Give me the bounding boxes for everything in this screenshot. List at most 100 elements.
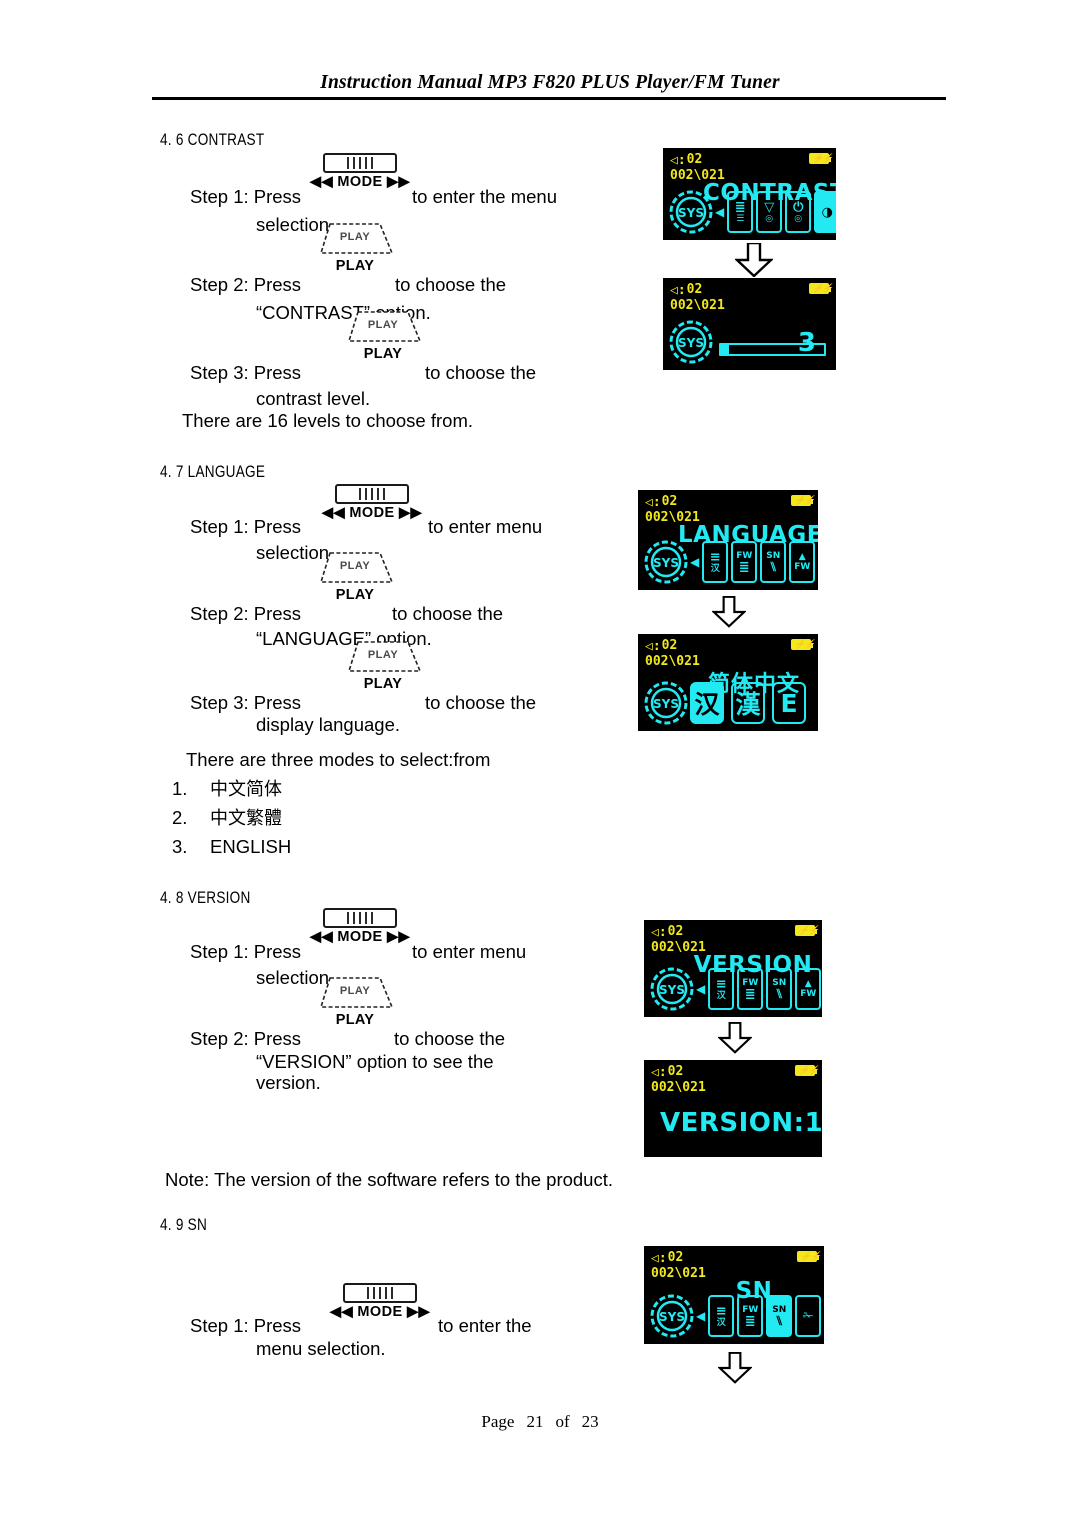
sys-icon: SYS bbox=[650, 967, 694, 1011]
step-1-tail-language: to enter menu bbox=[428, 516, 543, 537]
lcd-screen-language-menu: ◁:02 002\021 ⚡⚡ LANGUAGE SYS ◀ ≡ 汉 FW ≣ SN… bbox=[638, 490, 818, 590]
play-button-label: PLAY bbox=[363, 676, 403, 692]
version-note: Note: The version of the software refers… bbox=[165, 1169, 614, 1190]
lang-tile-traditional: 漢 bbox=[731, 682, 765, 724]
play-button-trapezoid: PLAY bbox=[316, 551, 394, 587]
step-1-label-contrast: Step 1: Press bbox=[190, 186, 302, 207]
sys-icon: SYS bbox=[644, 540, 688, 584]
battery-icon: ⚡⚡ bbox=[797, 1251, 821, 1262]
lcd-screen-language-select: ◁:02 002\021 ⚡⚡ 简体中文 SYS 汉 漢 E bbox=[638, 634, 818, 731]
header-divider bbox=[152, 97, 946, 100]
flow-arrow-down-icon bbox=[718, 1352, 752, 1384]
option-number: 1. bbox=[172, 778, 188, 799]
speaker-icon: ◁: bbox=[651, 1251, 667, 1266]
contrast-levels-note: There are 16 levels to choose from. bbox=[182, 410, 474, 431]
footer-total-pages: 23 bbox=[581, 1412, 599, 1431]
step-3-tail-language: to choose the bbox=[425, 692, 537, 713]
menu-icon: ≣ ☰ bbox=[727, 191, 754, 233]
flow-arrow-down-icon bbox=[735, 243, 773, 277]
battery-icon: ⚡⚡ bbox=[791, 495, 815, 506]
step-2-cont2-version: version. bbox=[256, 1072, 321, 1093]
battery-icon: ⚡⚡ bbox=[809, 283, 833, 294]
page-header: Instruction Manual MP3 F820 PLUS Player/… bbox=[150, 72, 950, 94]
lcd-status-text: ◁:02 002\021 bbox=[670, 282, 725, 313]
play-button-trapezoid: PLAY bbox=[344, 310, 422, 346]
menu-icon-language: ≡ 汉 bbox=[702, 541, 729, 583]
play-button-graphic-5: PLAY PLAY bbox=[305, 976, 405, 1028]
section-heading-version: 4. 8 VERSION bbox=[160, 888, 251, 907]
footer-of-word: of bbox=[555, 1412, 570, 1431]
battery-icon: ⚡⚡ bbox=[809, 153, 833, 164]
menu-icons: ≡汉 FW≣ SN⑊ ▲FW ✁ bbox=[708, 968, 822, 1010]
speaker-icon: ◁: bbox=[645, 495, 661, 510]
lcd-status-text: ◁:02 002\021 bbox=[670, 152, 725, 183]
sys-icon: SYS bbox=[650, 1294, 694, 1338]
menu-icon: ⏻ ◎ bbox=[785, 191, 812, 233]
step-2-label-contrast: Step 2: Press bbox=[190, 274, 302, 295]
footer-page-number: 21 bbox=[526, 1412, 544, 1431]
mode-button-cap bbox=[343, 1283, 417, 1303]
language-tiles: 汉 漢 E bbox=[690, 680, 812, 726]
play-button-face-label: PLAY bbox=[339, 231, 371, 243]
language-modes-note: There are three modes to select:from bbox=[186, 749, 491, 770]
play-button-label: PLAY bbox=[335, 1012, 375, 1028]
left-arrow-icon: ◀ bbox=[690, 555, 700, 569]
speaker-icon: ◁: bbox=[670, 283, 686, 298]
menu-icon-firmware: FW ≣ bbox=[737, 968, 764, 1010]
left-arrow-icon: ◀ bbox=[696, 982, 706, 996]
version-value: VERSION:1.00 bbox=[660, 1108, 822, 1138]
play-button-graphic-4: PLAY PLAY bbox=[333, 640, 433, 692]
option-label: 中文繁體 bbox=[210, 808, 282, 829]
lcd-screen-version-menu: ◁:02 002\021 ⚡⚡ VERSION SYS ◀ ≡ 汉 FW ≣ SN ⑊… bbox=[644, 920, 822, 1017]
sys-icon: SYS bbox=[669, 190, 713, 234]
menu-icons: ≣☰ ▽◎ ⏻◎ ◑ ≡汉 bbox=[727, 191, 836, 233]
play-button-trapezoid: PLAY bbox=[344, 640, 422, 676]
play-button-face-label: PLAY bbox=[339, 560, 371, 572]
lcd-screen-contrast-level: ◁:02 002\021 ⚡⚡ 3 SYS bbox=[663, 278, 836, 370]
option-label: ENGLISH bbox=[210, 836, 292, 857]
menu-icon-language: ≡ 汉 bbox=[708, 968, 735, 1010]
svg-text:SYS: SYS bbox=[678, 336, 704, 350]
option-number: 2. bbox=[172, 807, 188, 828]
sys-icon: SYS bbox=[669, 320, 713, 364]
manual-page: Instruction Manual MP3 F820 PLUS Player/… bbox=[0, 0, 1080, 1526]
menu-icons: ≡汉 FW≣ SN⑊ ✁ ↗ bbox=[708, 1295, 824, 1337]
lcd-screen-version-info: ◁:02 002\021 ⚡⚡ VERSION:1.00 bbox=[644, 1060, 822, 1157]
play-button-label: PLAY bbox=[335, 258, 375, 274]
language-option-3: 3. ENGLISH bbox=[172, 831, 291, 862]
menu-icon-language: ≡ 汉 bbox=[708, 1295, 735, 1337]
lang-tile-simplified: 汉 bbox=[690, 682, 724, 724]
play-button-face-label: PLAY bbox=[339, 985, 371, 997]
section-heading-sn: 4. 9 SN bbox=[160, 1215, 208, 1234]
svg-text:SYS: SYS bbox=[653, 556, 679, 570]
flow-arrow-down-icon bbox=[712, 596, 746, 628]
play-button-graphic-2: PLAY PLAY bbox=[333, 310, 433, 362]
mode-button-label: ◀◀ MODE ▶▶ bbox=[309, 174, 411, 190]
mode-button-graphic-4: ◀◀ MODE ▶▶ bbox=[328, 1283, 432, 1320]
svg-text:SYS: SYS bbox=[653, 697, 679, 711]
lcd-screen-contrast-menu: ◁:02 002\021 ⚡⚡ CONTRAST SYS ◀ ≣ ☰ ▽ ◎ ⏻ ◎ … bbox=[663, 148, 836, 240]
section-heading-language: 4. 7 LANGUAGE bbox=[160, 462, 266, 481]
step-2-tail-contrast: to choose the bbox=[395, 274, 507, 295]
mode-button-graphic-2: ◀◀ MODE ▶▶ bbox=[320, 484, 424, 521]
speaker-icon: ◁: bbox=[670, 153, 686, 168]
step-1-tail-sn: to enter the bbox=[438, 1315, 532, 1336]
section-heading-contrast: 4. 6 CONTRAST bbox=[160, 130, 265, 149]
mode-button-label: ◀◀ MODE ▶▶ bbox=[309, 929, 411, 945]
lcd-icon-row: ◀ ≡汉 FW≣ SN⑊ ✁ ↗ ▶ bbox=[696, 1293, 822, 1339]
step-1-tail-contrast: to enter the menu bbox=[412, 186, 558, 207]
option-label: 中文简体 bbox=[210, 779, 282, 800]
left-arrow-icon: ◀ bbox=[715, 205, 725, 219]
footer-page-word: Page bbox=[481, 1412, 515, 1431]
lcd-icon-row: ◀ ≡汉 FW≣ SN⑊ ▲FW ✁ ▶ bbox=[690, 539, 816, 585]
play-button-graphic-3: PLAY PLAY bbox=[305, 551, 405, 603]
step-3-cont-language: display language. bbox=[256, 714, 400, 735]
mode-button-graphic-1: ◀◀ MODE ▶▶ bbox=[308, 153, 412, 190]
lcd-status-text: ◁:02 002\021 bbox=[645, 494, 700, 525]
menu-icon-exit: ✁ bbox=[795, 1295, 822, 1337]
lcd-screen-sn-menu: ◁:02 002\021 ⚡⚡ SN SYS ◀ ≡汉 FW≣ SN⑊ ✁ ↗ … bbox=[644, 1246, 824, 1344]
speaker-icon: ◁: bbox=[651, 1065, 667, 1080]
sys-icon: SYS bbox=[644, 681, 688, 725]
menu-icon-firmware: FW ≣ bbox=[737, 1295, 764, 1337]
option-number: 3. bbox=[172, 836, 188, 857]
